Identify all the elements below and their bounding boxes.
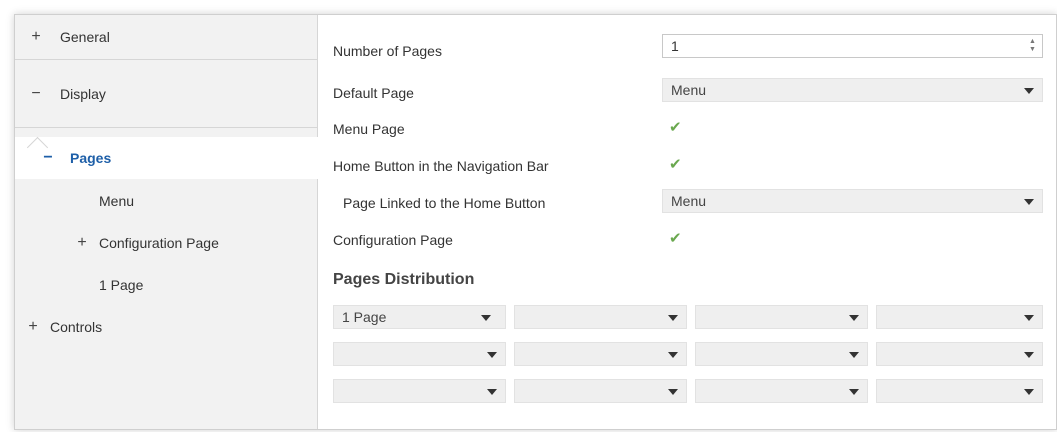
sidebar-item-label: Display bbox=[60, 85, 106, 102]
distribution-slot-6[interactable] bbox=[514, 342, 687, 366]
chevron-down-icon bbox=[1024, 315, 1034, 321]
chevron-down-icon bbox=[849, 389, 859, 395]
chevron-down-icon bbox=[849, 352, 859, 358]
pages-distribution-title: Pages Distribution bbox=[333, 271, 475, 288]
distribution-slot-11[interactable] bbox=[695, 379, 868, 403]
sidebar: + General − Display − Pages Menu + Confi… bbox=[15, 15, 318, 429]
chevron-down-icon bbox=[487, 352, 497, 358]
chevron-down-icon bbox=[849, 315, 859, 321]
sidebar-item-configuration-page[interactable]: + Configuration Page bbox=[15, 223, 317, 263]
sidebar-item-display[interactable]: − Display bbox=[15, 60, 317, 128]
expand-icon: + bbox=[77, 234, 87, 251]
expand-icon: + bbox=[28, 318, 38, 335]
chevron-down-icon bbox=[668, 389, 678, 395]
chevron-down-icon bbox=[1024, 88, 1034, 94]
window: + General − Display − Pages Menu + Confi… bbox=[14, 14, 1057, 430]
sidebar-item-label: Controls bbox=[50, 319, 103, 335]
chevron-down-icon bbox=[487, 389, 497, 395]
default-page-select[interactable]: Menu bbox=[662, 78, 1043, 102]
distribution-slot-7[interactable] bbox=[695, 342, 868, 366]
page-linked-select[interactable]: Menu bbox=[662, 189, 1043, 213]
default-page-value: Menu bbox=[671, 82, 707, 98]
menu-page-label: Menu Page bbox=[333, 121, 405, 137]
number-of-pages-stepper[interactable]: 1 ▲ ▼ bbox=[662, 34, 1043, 58]
distribution-slot-10[interactable] bbox=[514, 379, 687, 403]
sidebar-item-label: Pages bbox=[70, 150, 112, 166]
chevron-down-icon bbox=[481, 315, 491, 321]
sidebar-item-general[interactable]: + General bbox=[15, 15, 317, 60]
sidebar-item-menu[interactable]: Menu bbox=[15, 181, 317, 221]
sidebar-item-label: Configuration Page bbox=[99, 235, 219, 251]
distribution-slot-4[interactable] bbox=[876, 305, 1043, 329]
sidebar-item-controls[interactable]: + Controls bbox=[15, 307, 317, 347]
chevron-down-icon bbox=[1024, 352, 1034, 358]
distribution-slot-9[interactable] bbox=[333, 379, 506, 403]
page-linked-value: Menu bbox=[671, 193, 707, 209]
sidebar-item-label: General bbox=[60, 29, 110, 45]
distribution-slot-2[interactable] bbox=[514, 305, 687, 329]
menu-page-checkbox[interactable]: ✔ bbox=[669, 120, 685, 136]
number-of-pages-value: 1 bbox=[671, 38, 679, 54]
settings-panel: Number of Pages 1 ▲ ▼ Default Page Menu M… bbox=[318, 15, 1056, 429]
expand-icon: + bbox=[31, 28, 41, 45]
collapse-icon: − bbox=[31, 84, 41, 102]
distribution-slot-12[interactable] bbox=[876, 379, 1043, 403]
configuration-page-checkbox[interactable]: ✔ bbox=[669, 231, 685, 247]
sidebar-item-label: Menu bbox=[99, 193, 135, 209]
page-linked-label: Page Linked to the Home Button bbox=[343, 195, 546, 211]
sidebar-item-1-page[interactable]: 1 Page bbox=[15, 265, 317, 305]
configuration-page-label: Configuration Page bbox=[333, 232, 453, 248]
home-button-checkbox[interactable]: ✔ bbox=[669, 157, 685, 173]
slot-value: 1 Page bbox=[342, 309, 387, 325]
chevron-down-icon bbox=[1024, 389, 1034, 395]
chevron-down-icon bbox=[668, 315, 678, 321]
stepper-arrows-icon[interactable]: ▲ ▼ bbox=[1028, 37, 1037, 55]
chevron-down-icon bbox=[668, 352, 678, 358]
sidebar-item-pages[interactable]: − Pages bbox=[15, 137, 318, 179]
number-of-pages-label: Number of Pages bbox=[333, 43, 442, 59]
distribution-slot-8[interactable] bbox=[876, 342, 1043, 366]
default-page-label: Default Page bbox=[333, 85, 414, 101]
home-button-label: Home Button in the Navigation Bar bbox=[333, 158, 549, 174]
distribution-slot-5[interactable] bbox=[333, 342, 506, 366]
distribution-slot-3[interactable] bbox=[695, 305, 868, 329]
chevron-down-icon bbox=[1024, 199, 1034, 205]
sidebar-item-label: 1 Page bbox=[99, 277, 144, 293]
distribution-slot-1[interactable]: 1 Page bbox=[333, 305, 506, 329]
